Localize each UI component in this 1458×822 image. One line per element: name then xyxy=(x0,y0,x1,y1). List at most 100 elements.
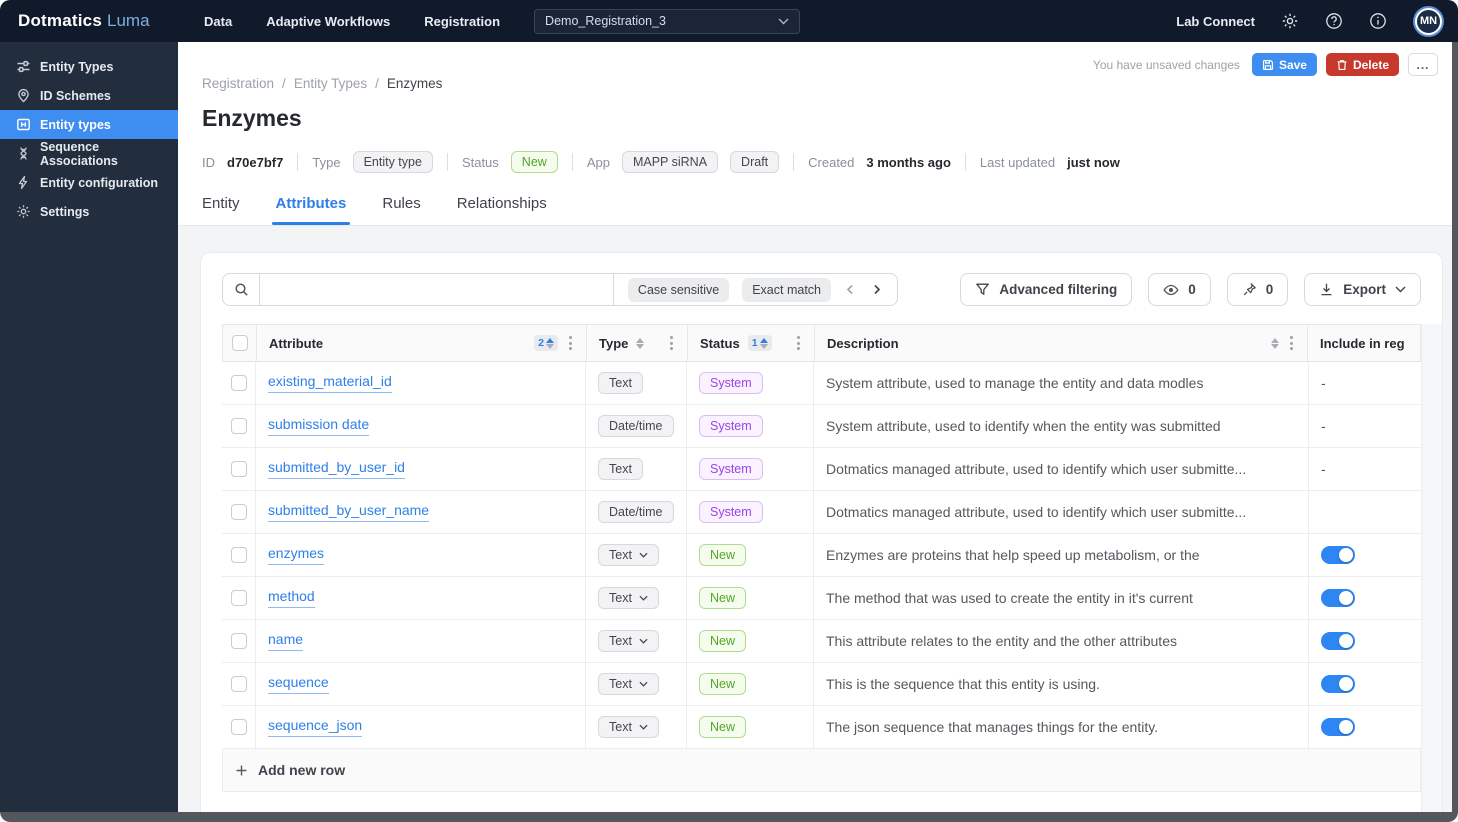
row-checkbox[interactable] xyxy=(230,375,247,391)
chevron-right-icon[interactable] xyxy=(870,283,883,296)
funnel-icon xyxy=(976,283,990,295)
add-new-row-button[interactable]: Add new row xyxy=(222,749,1421,792)
attribute-link[interactable]: existing_material_id xyxy=(268,373,392,393)
attribute-link[interactable]: sequence_json xyxy=(268,717,363,737)
column-menu-icon[interactable] xyxy=(567,334,574,352)
meta-divider xyxy=(446,153,448,171)
entity-card-icon xyxy=(16,117,31,132)
window-right-edge xyxy=(1452,42,1458,814)
attribute-link[interactable]: submission date xyxy=(268,416,370,436)
app-logo: Dotmatics Luma xyxy=(0,11,178,31)
user-avatar[interactable]: MN xyxy=(1415,7,1442,35)
visibility-count-button[interactable]: 0 xyxy=(1148,273,1211,306)
type-badge[interactable]: Text xyxy=(598,587,659,609)
type-badge[interactable]: Text xyxy=(598,544,659,566)
row-checkbox[interactable] xyxy=(230,504,247,520)
gear-icon[interactable] xyxy=(1281,12,1299,30)
sidebar-item-sequence-associations[interactable]: Sequence Associations xyxy=(0,139,178,168)
help-icon[interactable] xyxy=(1325,12,1343,30)
attribute-link[interactable]: sequence xyxy=(268,674,329,694)
tab-entity[interactable]: Entity xyxy=(202,195,240,225)
status-badge: New xyxy=(699,587,747,609)
app-label: App xyxy=(586,154,610,170)
table-row: submission date Date/time System System … xyxy=(222,405,1421,448)
exact-match-button[interactable]: Exact match xyxy=(742,277,831,302)
lab-connect-link[interactable]: Lab Connect xyxy=(1176,14,1255,29)
include-toggle[interactable] xyxy=(1321,718,1355,736)
include-value: - xyxy=(1321,461,1326,477)
sidebar: Entity Types ID Schemes Entity types Seq… xyxy=(0,42,178,812)
chevron-down-icon xyxy=(639,724,648,730)
type-sort-control[interactable] xyxy=(636,337,645,349)
chevron-left-icon[interactable] xyxy=(844,283,857,296)
sliders-icon xyxy=(16,59,31,74)
project-selector[interactable]: Demo_Registration_3 xyxy=(534,8,801,34)
nav-item-adaptive-workflows[interactable]: Adaptive Workflows xyxy=(266,14,390,29)
unsaved-changes-note: You have unsaved changes xyxy=(1092,57,1240,72)
attribute-link[interactable]: method xyxy=(268,588,315,608)
include-toggle[interactable] xyxy=(1321,546,1355,564)
type-badge: Text xyxy=(598,458,643,480)
sort-arrows-icon xyxy=(759,337,768,349)
attribute-link[interactable]: enzymes xyxy=(268,545,325,565)
nav-item-data[interactable]: Data xyxy=(204,14,232,29)
sidebar-item-settings[interactable]: Settings xyxy=(0,197,178,226)
tab-relationships[interactable]: Relationships xyxy=(457,195,547,225)
sidebar-item-id-schemes[interactable]: ID Schemes xyxy=(0,81,178,110)
column-menu-icon[interactable] xyxy=(795,334,802,352)
more-actions-button[interactable]: ... xyxy=(1408,53,1438,76)
type-badge[interactable]: Text xyxy=(598,630,659,652)
column-menu-icon[interactable] xyxy=(1288,334,1295,352)
attribute-sort-control[interactable]: 2 xyxy=(534,335,558,351)
status-badge: System xyxy=(699,458,763,480)
attribute-link[interactable]: name xyxy=(268,631,304,651)
created-label: Created xyxy=(808,154,855,170)
delete-button[interactable]: Delete xyxy=(1325,53,1399,76)
type-badge[interactable]: Text xyxy=(598,716,659,738)
row-checkbox[interactable] xyxy=(230,633,247,649)
status-badge: System xyxy=(699,372,763,394)
id-label: ID xyxy=(202,154,215,170)
case-sensitive-button[interactable]: Case sensitive xyxy=(627,277,730,302)
attribute-link[interactable]: submitted_by_user_name xyxy=(268,502,430,522)
include-value: - xyxy=(1321,418,1326,434)
sidebar-item-entity-types-group[interactable]: Entity Types xyxy=(0,52,178,81)
table-zone: Attribute 2 Type Status 1 Description In… xyxy=(201,324,1442,822)
row-checkbox[interactable] xyxy=(230,418,247,434)
pinned-count-button[interactable]: 0 xyxy=(1226,273,1289,306)
row-checkbox[interactable] xyxy=(230,719,247,735)
save-button[interactable]: Save xyxy=(1251,53,1317,76)
sidebar-item-entity-types[interactable]: Entity types xyxy=(0,110,178,139)
window-bottom-edge xyxy=(0,812,1458,822)
breadcrumb-separator: / xyxy=(375,76,379,91)
tab-attributes[interactable]: Attributes xyxy=(271,195,351,225)
include-toggle[interactable] xyxy=(1321,589,1355,607)
page-title: Enzymes xyxy=(202,105,302,131)
attribute-link[interactable]: submitted_by_user_id xyxy=(268,459,405,479)
type-badge[interactable]: Text xyxy=(598,673,659,695)
top-navbar: Dotmatics Luma Data Adaptive Workflows R… xyxy=(0,0,1458,42)
search-input[interactable] xyxy=(259,274,614,305)
export-button[interactable]: Export xyxy=(1304,273,1421,306)
tab-rules[interactable]: Rules xyxy=(382,195,420,225)
nav-item-registration[interactable]: Registration xyxy=(424,14,500,29)
sidebar-item-entity-configuration[interactable]: Entity configuration xyxy=(0,168,178,197)
advanced-filtering-button[interactable]: Advanced filtering xyxy=(960,273,1133,306)
breadcrumb-registration[interactable]: Registration xyxy=(202,76,274,91)
status-sort-control[interactable]: 1 xyxy=(747,335,772,351)
breadcrumb-entity-types[interactable]: Entity Types xyxy=(294,76,367,91)
chevron-down-icon xyxy=(639,552,648,558)
row-checkbox[interactable] xyxy=(230,547,247,563)
column-menu-icon[interactable] xyxy=(668,334,675,352)
include-toggle[interactable] xyxy=(1321,632,1355,650)
info-icon[interactable] xyxy=(1369,12,1387,30)
column-header-type: Type xyxy=(599,335,629,351)
row-checkbox[interactable] xyxy=(230,461,247,477)
row-checkbox[interactable] xyxy=(230,676,247,692)
vertical-scrollbar[interactable] xyxy=(1421,324,1442,822)
updated-value: just now xyxy=(1067,154,1120,170)
row-checkbox[interactable] xyxy=(230,590,247,606)
include-toggle[interactable] xyxy=(1321,675,1355,693)
select-all-checkbox[interactable] xyxy=(231,335,248,351)
description-sort-control[interactable] xyxy=(1271,337,1279,349)
